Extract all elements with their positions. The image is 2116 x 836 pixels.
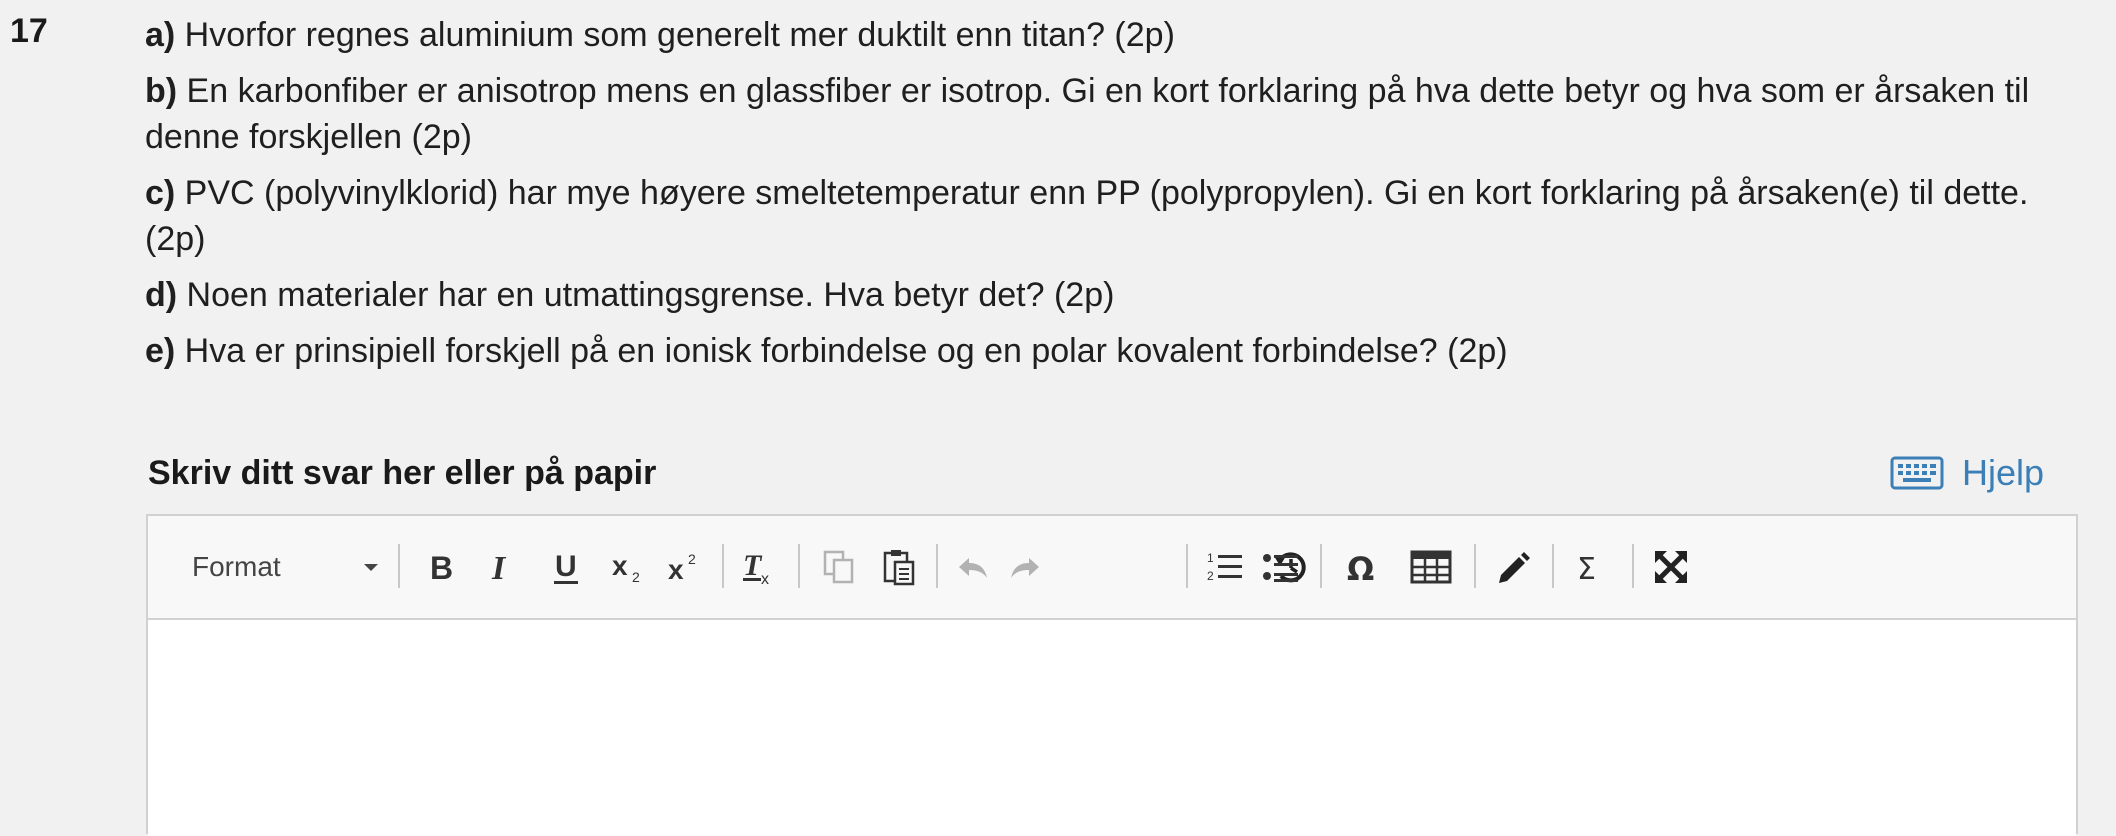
svg-text:x: x [668,554,684,585]
question-part-text: PVC (polyvinylklorid) har mye høyere sme… [145,174,2029,258]
svg-text:2: 2 [1207,569,1214,583]
svg-text:x: x [612,550,628,581]
toolbar-separator [1552,544,1554,588]
paste-button[interactable] [874,516,924,618]
table-icon [1410,550,1452,584]
keyboard-icon [1890,456,1944,490]
italic-button[interactable]: I [476,516,526,618]
question-part-a: a) Hvorfor regnes aluminium som generelt… [145,12,2065,58]
format-dropdown-label: Format [192,551,281,582]
copy-icon [823,550,854,584]
question-part-letter: a) [145,16,176,54]
bulleted-list-icon [1263,554,1298,582]
redo-button[interactable] [1000,516,1050,618]
question-number: 17 [10,12,48,50]
italic-icon: I [491,550,507,584]
toolbar-separator [398,544,400,588]
question-part-letter: d) [145,276,178,314]
toolbar-separator [1320,544,1322,588]
undo-icon [959,558,987,578]
help-label: Hjelp [1962,452,2045,493]
answer-editor: Format B I U x2 x2 Tx 1 2 Ω Σ [146,514,2078,836]
question-part-text: Hvorfor regnes aluminium som generelt me… [175,16,1175,54]
special-character-button[interactable]: Ω [1338,516,1388,618]
bulleted-list-button[interactable] [1256,516,1306,618]
paste-icon [883,550,915,586]
underline-icon: U [554,550,578,584]
question-part-c: c) PVC (polyvinylklorid) har mye høyere … [145,170,2065,262]
svg-text:T: T [743,549,763,582]
svg-text:Σ: Σ [1577,552,1596,585]
svg-text:I: I [491,550,507,584]
question-part-letter: e) [145,332,176,370]
numbered-list-icon: 12 [1207,551,1242,583]
fullscreen-button[interactable] [1646,516,1696,618]
math-formula-button[interactable]: Σ [1564,516,1614,618]
copy-button[interactable] [814,516,864,618]
svg-text:2: 2 [688,551,696,567]
question-part-d: d) Noen materialer har en utmattingsgren… [145,272,2065,318]
superscript-button[interactable]: x2 [660,516,710,618]
remove-format-icon: Tx [743,549,769,586]
svg-text:1: 1 [1207,551,1214,565]
toolbar-separator [1474,544,1476,588]
question-part-text: Noen materialer har en utmattingsgrense.… [177,276,1115,314]
svg-text:U: U [555,550,577,583]
svg-text:B: B [430,550,453,584]
answer-label: Skriv ditt svar her eller på papir [148,454,657,492]
question-part-letter: c) [145,174,176,212]
question-part-text: Hva er prinsipiell forskjell på en ionis… [175,332,1508,370]
sigma-icon: Σ [1577,552,1596,585]
toolbar-separator [1186,544,1188,588]
question-list: a) Hvorfor regnes aluminium som generelt… [145,12,2065,384]
superscript-icon: x2 [668,551,696,585]
toolbar-separator [798,544,800,588]
question-part-e: e) Hva er prinsipiell forskjell på en io… [145,328,2065,374]
answer-input[interactable] [148,620,2076,836]
svg-text:Ω: Ω [1347,550,1374,585]
toolbar-separator [722,544,724,588]
help-link[interactable]: Hjelp [1890,452,2044,494]
chevron-down-icon [364,564,378,571]
pencil-icon [1499,552,1530,583]
table-button[interactable] [1404,516,1458,618]
undo-button[interactable] [948,516,998,618]
toolbar-separator [1632,544,1634,588]
question-part-text: En karbonfiber er anisotrop mens en glas… [145,72,2030,156]
question-part-letter: b) [145,72,178,110]
svg-text:x: x [761,571,769,586]
drawing-button[interactable] [1488,516,1538,618]
subscript-icon: x2 [612,550,640,585]
editor-toolbar: Format B I U x2 x2 Tx 1 2 Ω Σ [148,516,2076,620]
remove-format-button[interactable]: Tx [734,516,784,618]
maximize-icon [1655,551,1687,583]
toolbar-separator [936,544,938,588]
omega-icon: Ω [1347,550,1374,585]
redo-icon [1011,558,1039,578]
subscript-button[interactable]: x2 [604,516,654,618]
format-dropdown[interactable]: Format [192,516,392,618]
bold-icon: B [430,550,453,584]
bold-button[interactable]: B [416,516,466,618]
underline-button[interactable]: U [541,516,591,618]
numbered-list-button[interactable]: 12 [1200,516,1250,618]
svg-text:2: 2 [632,569,640,585]
question-part-b: b) En karbonfiber er anisotrop mens en g… [145,68,2065,160]
